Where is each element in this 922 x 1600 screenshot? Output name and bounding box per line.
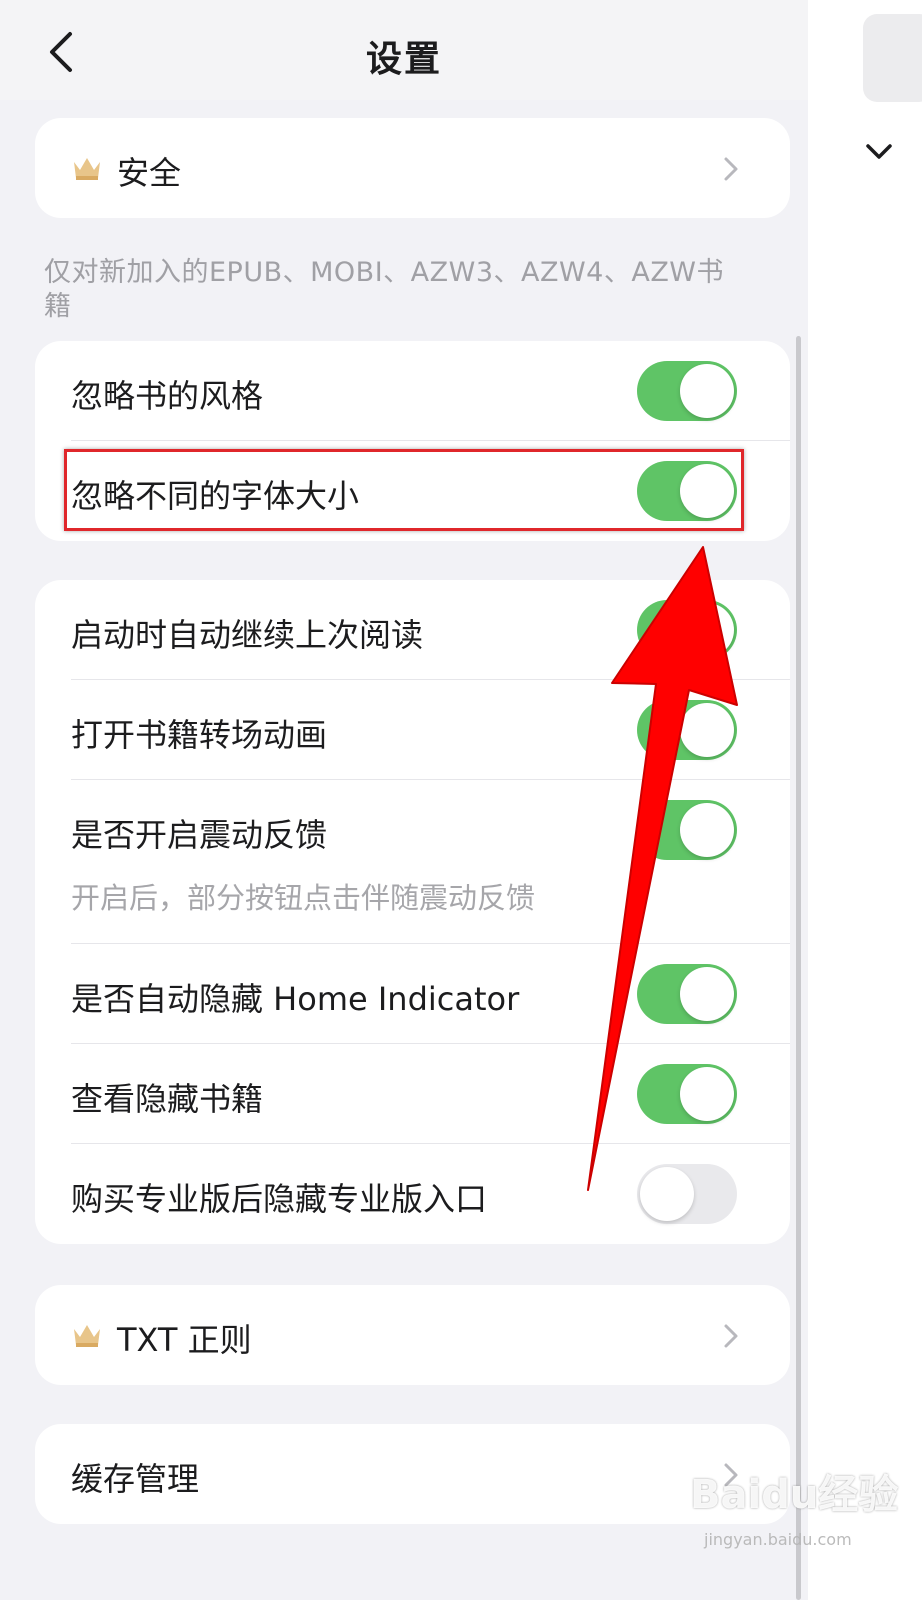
security-row[interactable]: 安全 <box>35 118 790 218</box>
security-label: 安全 <box>117 154 182 192</box>
setting-label: 忽略书的风格 <box>71 377 264 415</box>
setting-label: 是否开启震动反馈 <box>71 816 328 854</box>
setting-label: 查看隐藏书籍 <box>71 1080 264 1118</box>
toggle-knob <box>680 703 734 757</box>
setting-row-view-hidden-books: 查看隐藏书籍 <box>35 1044 790 1144</box>
txt-regex-label: TXT 正则 <box>117 1321 252 1359</box>
setting-label: 购买专业版后隐藏专业版入口 <box>71 1180 488 1218</box>
toggle-knob <box>680 803 734 857</box>
setting-label: 打开书籍转场动画 <box>71 716 328 754</box>
page-title: 设置 <box>365 39 442 80</box>
setting-row-hide-home-indicator: 是否自动隐藏 Home Indicator <box>35 944 790 1044</box>
toggle-knob <box>680 364 734 418</box>
reading-settings-card: 启动时自动继续上次阅读 打开书籍转场动画 是否开启震动反馈 开启后，部分按钮点击… <box>35 580 790 1244</box>
format-note: 仅对新加入的EPUB、MOBI、AZW3、AZW4、AZW书籍 <box>44 257 725 322</box>
chevron-right-icon <box>724 1324 738 1348</box>
setting-row-ignore-book-style: 忽略书的风格 <box>35 341 790 441</box>
view-hidden-books-toggle[interactable] <box>637 1064 737 1124</box>
side-panel-button[interactable] <box>863 14 922 102</box>
setting-label: 是否自动隐藏 Home Indicator <box>71 980 520 1018</box>
security-card: 安全 <box>35 118 790 218</box>
watermark-logo: Baidu经验 <box>690 1472 899 1518</box>
auto-continue-toggle[interactable] <box>637 600 737 660</box>
setting-description: 开启后，部分按钮点击伴随震动反馈 <box>71 881 536 915</box>
ignore-book-style-toggle[interactable] <box>637 361 737 421</box>
watermark-url: jingyan.baidu.com <box>704 1530 852 1549</box>
haptic-feedback-toggle[interactable] <box>637 800 737 860</box>
nav-bar: 设置 <box>0 0 808 100</box>
chevron-right-icon <box>724 157 738 181</box>
crown-icon <box>74 1325 100 1347</box>
cache-management-label: 缓存管理 <box>71 1460 200 1498</box>
txt-regex-row[interactable]: TXT 正则 <box>35 1285 790 1385</box>
cache-card: 缓存管理 <box>35 1424 790 1524</box>
cache-management-row[interactable]: 缓存管理 <box>35 1424 790 1524</box>
setting-row-hide-pro-entry: 购买专业版后隐藏专业版入口 <box>35 1144 790 1244</box>
hide-pro-entry-toggle[interactable] <box>637 1164 737 1224</box>
setting-row-haptic-feedback: 是否开启震动反馈 开启后，部分按钮点击伴随震动反馈 <box>35 780 790 944</box>
scrollbar[interactable] <box>796 336 801 1600</box>
side-panel <box>808 0 922 1600</box>
chevron-down-icon[interactable] <box>862 138 896 168</box>
toggle-knob <box>640 1167 694 1221</box>
toggle-knob <box>680 967 734 1021</box>
toggle-knob <box>680 603 734 657</box>
toggle-knob <box>680 1067 734 1121</box>
crown-icon <box>74 158 100 180</box>
txt-regex-card: TXT 正则 <box>35 1285 790 1385</box>
hide-home-indicator-toggle[interactable] <box>637 964 737 1024</box>
transition-animation-toggle[interactable] <box>637 700 737 760</box>
setting-label: 启动时自动继续上次阅读 <box>71 616 424 654</box>
highlight-box <box>64 449 744 531</box>
setting-row-auto-continue: 启动时自动继续上次阅读 <box>35 580 790 680</box>
setting-row-transition-animation: 打开书籍转场动画 <box>35 680 790 780</box>
